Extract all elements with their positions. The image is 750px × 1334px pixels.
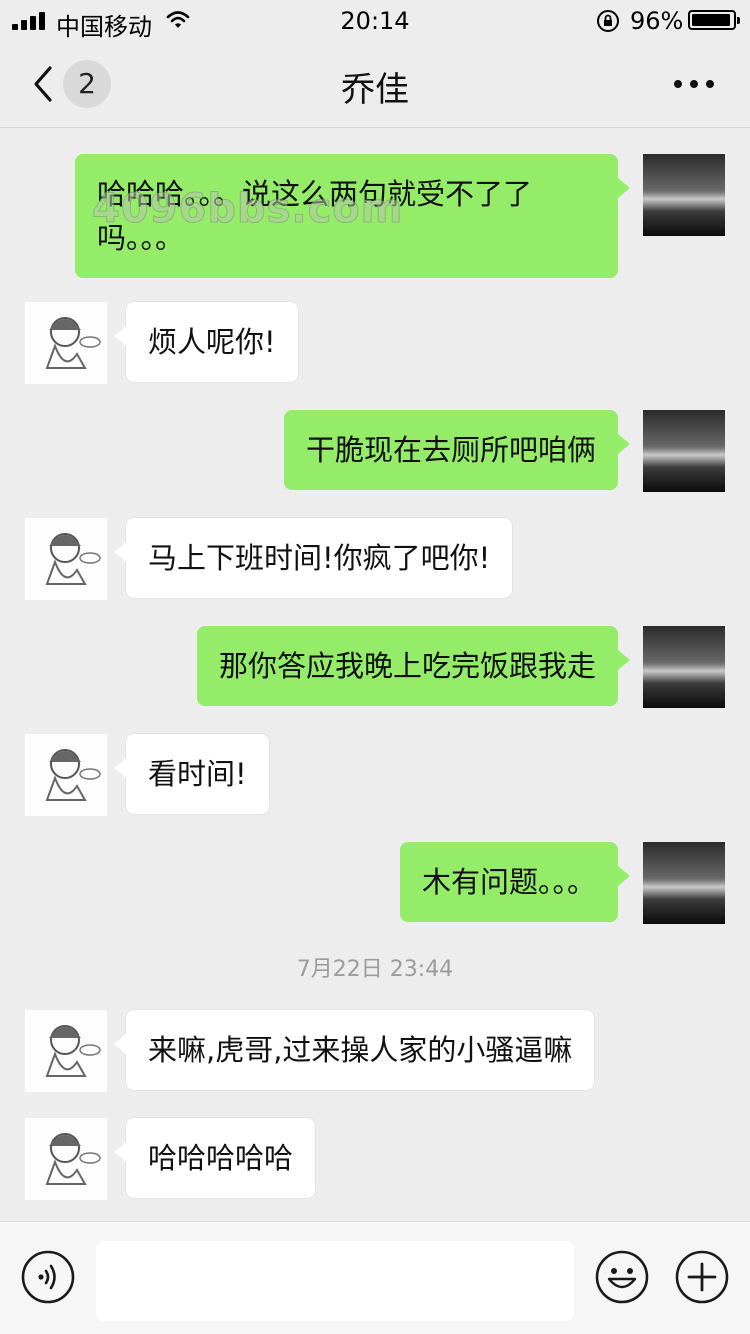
message-bubble-sent[interactable]: 干脆现在去厕所吧咱俩 [283,410,631,490]
message-bubble-received[interactable]: 看时间! [114,734,269,814]
contact-avatar[interactable] [25,1010,107,1092]
my-avatar[interactable] [643,154,725,236]
my-avatar[interactable] [643,626,725,708]
watermark: 4096bbs.com [91,186,404,233]
my-avatar[interactable] [643,410,725,492]
plus-icon[interactable] [674,1249,730,1305]
input-toolbar [0,1221,750,1334]
contact-avatar[interactable] [25,518,107,600]
battery-icon [688,10,740,30]
status-bar: 中国移动 20:14 96% [0,0,750,41]
contact-avatar[interactable] [25,1118,107,1200]
voice-icon[interactable] [20,1249,76,1305]
message-bubble-received[interactable]: 烦人呢你! [114,302,298,382]
rotation-lock-icon [597,10,619,32]
emoji-icon[interactable] [594,1249,650,1305]
message-input[interactable] [96,1241,574,1321]
contact-avatar[interactable] [25,734,107,816]
my-avatar[interactable] [643,842,725,924]
message-list[interactable]: 哈哈哈。。。说这么两句就受不了了吗。。。 烦人呢你! 干脆现在去厕所吧咱俩 马上… [0,129,750,1221]
message-timestamp: 7月22日 23:44 [296,957,454,982]
message-bubble-sent[interactable]: 那你答应我晚上吃完饭跟我走 [196,626,631,706]
message-bubble-received[interactable]: 来嘛,虎哥,过来操人家的小骚逼嘛 [113,1010,595,1090]
message-bubble-received[interactable]: 哈哈哈哈哈 [113,1118,316,1198]
ellipsis-icon[interactable] [672,76,716,92]
contact-avatar[interactable] [25,302,107,384]
chat-title: 乔佳 [341,70,409,110]
message-bubble-sent[interactable]: 木有问题。。。 [399,842,631,922]
chat-header: 2 乔佳 [0,40,750,128]
message-bubble-received[interactable]: 马上下班时间!你疯了吧你! [113,518,513,598]
battery-percent: 96% [630,7,684,35]
